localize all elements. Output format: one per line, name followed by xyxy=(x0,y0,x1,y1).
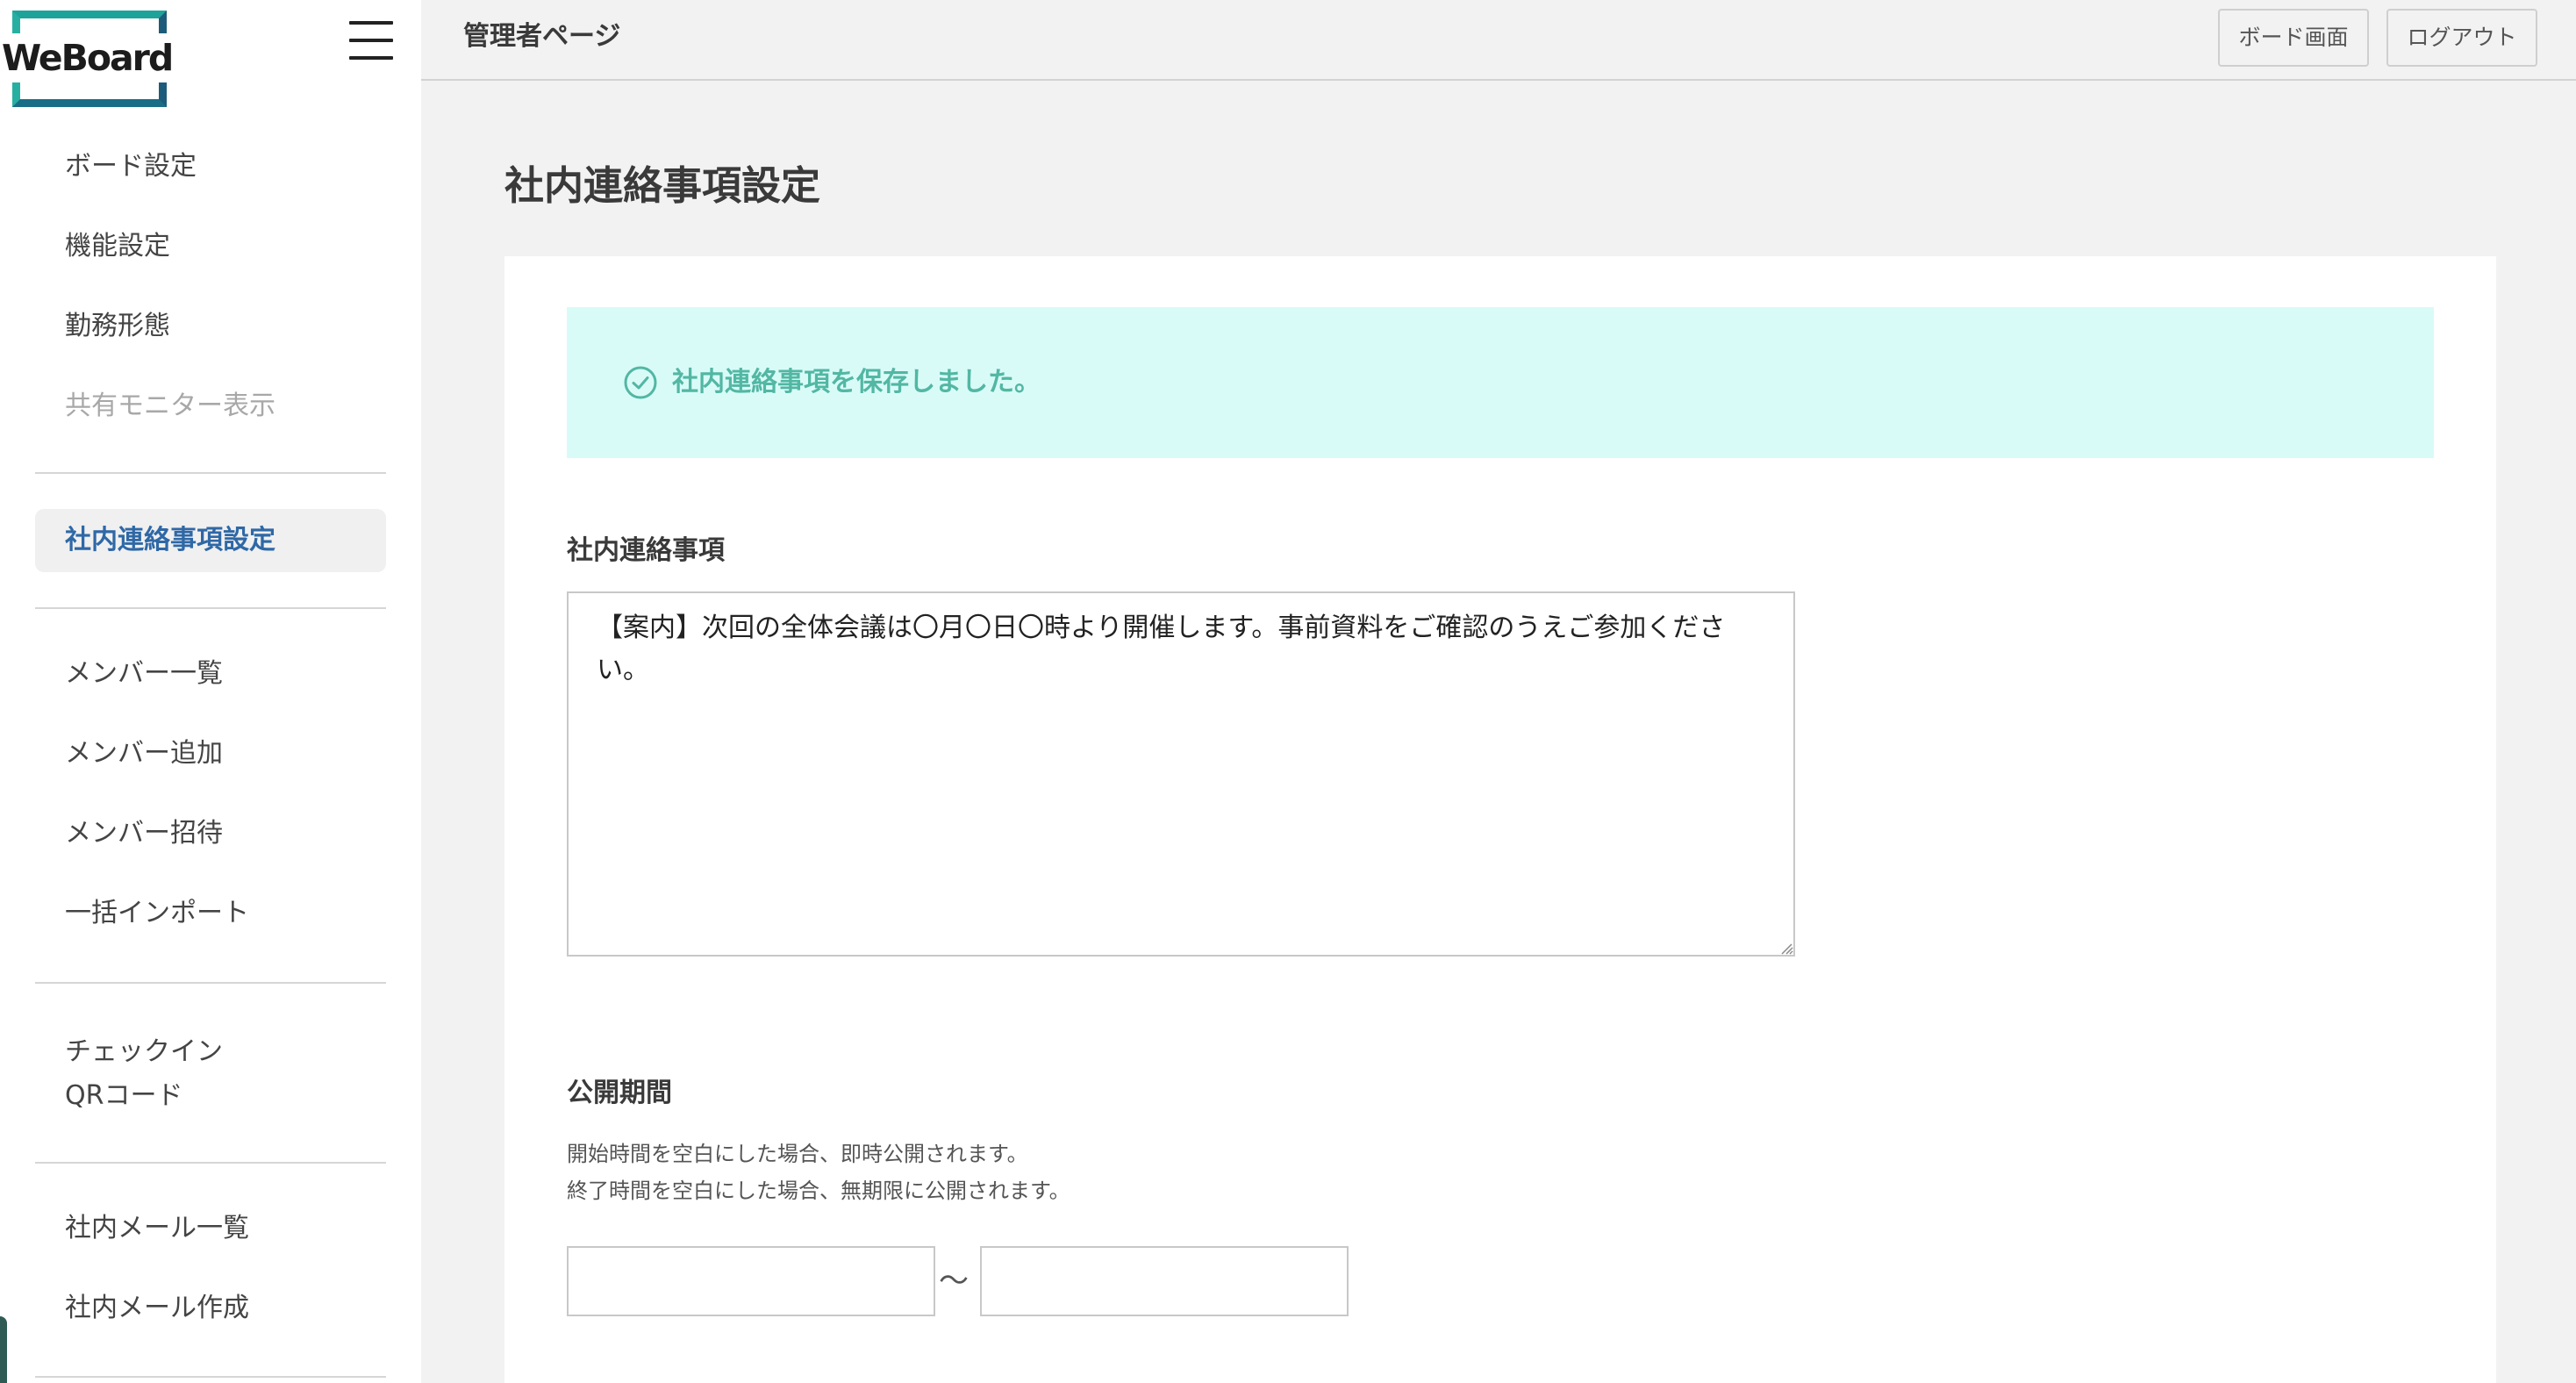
top-header: 管理者ページ ボード画面 ログアウト xyxy=(421,0,2576,81)
notice-textarea[interactable]: 【案内】次回の全体会議は〇月〇日〇時より開催します。事前資料をご確認のうえご参加… xyxy=(567,591,1795,957)
header-title: 管理者ページ xyxy=(463,21,621,52)
resize-grip-icon[interactable] xyxy=(1778,941,1792,955)
page-title: 社内連絡事項設定 xyxy=(504,162,821,209)
logout-button[interactable]: ログアウト xyxy=(2386,9,2537,67)
success-alert-text: 社内連絡事項を保存しました。 xyxy=(672,367,1041,398)
window-edge xyxy=(0,1316,7,1383)
app-root: WeBoard ボード設定 機能設定 勤務形態 共有モニター表示 社内連絡事項設… xyxy=(0,0,2576,1383)
sidebar-divider xyxy=(35,1376,386,1378)
period-label: 公開期間 xyxy=(567,1078,672,1108)
sidebar-item-checkin-qr-line1: チェックイン xyxy=(65,1036,223,1067)
hamburger-menu-icon[interactable] xyxy=(349,21,393,60)
sidebar: WeBoard ボード設定 機能設定 勤務形態 共有モニター表示 社内連絡事項設… xyxy=(0,0,421,1383)
sidebar-item-internal-mail-list[interactable]: 社内メール一覧 xyxy=(35,1200,386,1257)
logo-text: WeBoard xyxy=(0,33,179,82)
sidebar-item-member-list[interactable]: メンバー一覧 xyxy=(35,646,386,702)
period-start-input[interactable] xyxy=(567,1246,935,1316)
sidebar-divider xyxy=(35,982,386,984)
sidebar-item-internal-mail-create[interactable]: 社内メール作成 xyxy=(35,1280,386,1336)
period-help: 開始時間を空白にした場合、即時公開されます。 終了時間を空白にした場合、無期限に… xyxy=(567,1136,1070,1209)
settings-card: 社内連絡事項を保存しました。 社内連絡事項 【案内】次回の全体会議は〇月〇日〇時… xyxy=(504,256,2496,1383)
period-help-line1: 開始時間を空白にした場合、即時公開されます。 xyxy=(567,1142,1028,1166)
period-help-line2: 終了時間を空白にした場合、無期限に公開されます。 xyxy=(567,1179,1070,1203)
sidebar-item-checkin-qr-line2: QRコード xyxy=(65,1080,183,1111)
sidebar-item-checkin-qr[interactable]: チェックイン QRコード xyxy=(35,1025,386,1121)
sidebar-item-notice-settings[interactable]: 社内連絡事項設定 xyxy=(35,509,386,572)
sidebar-divider xyxy=(35,607,386,609)
sidebar-divider xyxy=(35,1162,386,1164)
notice-label: 社内連絡事項 xyxy=(567,535,725,566)
sidebar-item-bulk-import[interactable]: 一括インポート xyxy=(35,885,386,942)
sidebar-item-feature-settings[interactable]: 機能設定 xyxy=(35,219,386,275)
sidebar-divider xyxy=(35,472,386,474)
sidebar-item-shared-monitor: 共有モニター表示 xyxy=(65,391,275,421)
sidebar-item-invite-member[interactable]: メンバー招待 xyxy=(35,806,386,862)
period-end-input[interactable] xyxy=(980,1246,1349,1316)
success-alert: 社内連絡事項を保存しました。 xyxy=(567,307,2434,458)
board-screen-button[interactable]: ボード画面 xyxy=(2218,9,2369,67)
sidebar-item-add-member[interactable]: メンバー追加 xyxy=(35,726,386,782)
sidebar-item-board-settings[interactable]: ボード設定 xyxy=(35,139,386,195)
check-circle-icon xyxy=(624,366,657,399)
sidebar-item-work-styles[interactable]: 勤務形態 xyxy=(35,298,386,355)
weboard-logo[interactable]: WeBoard xyxy=(0,11,179,107)
period-separator: 〜 xyxy=(939,1264,969,1299)
